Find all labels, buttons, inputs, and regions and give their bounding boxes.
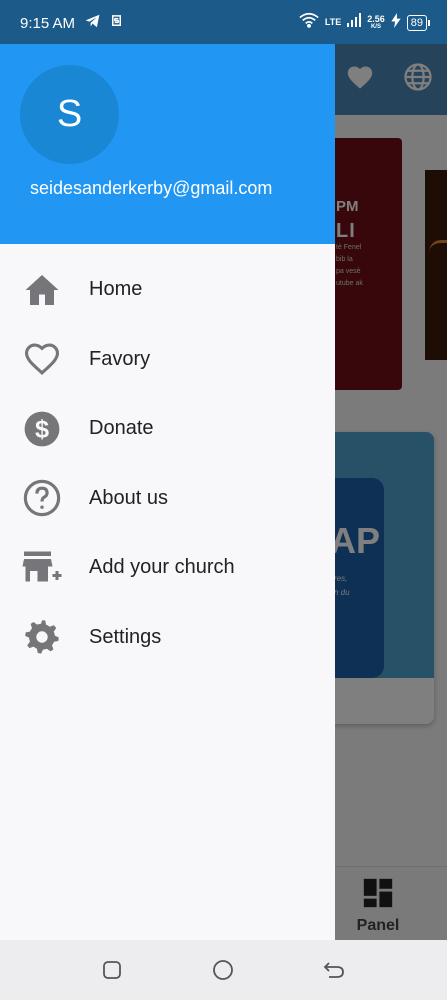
home-button-icon[interactable]	[211, 958, 235, 982]
help-circle-icon	[22, 478, 62, 518]
status-time: 9:15 AM	[20, 14, 76, 32]
avatar[interactable]: S	[20, 65, 119, 164]
menu-item-home[interactable]: Home	[0, 255, 335, 325]
signal-icon	[347, 13, 362, 32]
network-speed: 2.56 K/S	[367, 14, 385, 31]
home-icon	[22, 270, 62, 310]
telegram-icon	[85, 14, 100, 33]
navigation-drawer: S seidesanderkerby@gmail.com Home Favory…	[0, 44, 335, 940]
drawer-header: S seidesanderkerby@gmail.com	[0, 44, 335, 244]
menu-item-label: Donate	[89, 417, 154, 440]
svg-text:$: $	[35, 415, 49, 443]
menu-item-about-us[interactable]: About us	[0, 464, 335, 534]
menu-item-add-your-church[interactable]: Add your church	[0, 533, 335, 603]
charging-icon	[391, 12, 401, 33]
status-left: 9:15 AM	[20, 13, 123, 33]
drawer-menu: Home Favory $ Donate About us Add your c…	[0, 255, 335, 672]
battery-level: 89	[406, 14, 431, 31]
dollar-circle-icon: $	[22, 409, 62, 449]
user-email: seidesanderkerby@gmail.com	[30, 178, 273, 198]
status-bar: 9:15 AM LTE 2.56 K/S 89	[0, 0, 447, 44]
wifi-icon	[299, 12, 319, 33]
menu-item-label: Settings	[89, 625, 162, 648]
status-right: LTE 2.56 K/S 89	[299, 12, 431, 33]
menu-item-label: About us	[89, 486, 168, 509]
menu-item-label: Add your church	[89, 556, 235, 579]
system-navigation-bar	[0, 940, 447, 1000]
menu-item-favory[interactable]: Favory	[0, 325, 335, 395]
shazam-icon	[110, 13, 123, 33]
recents-button-icon[interactable]	[100, 958, 124, 982]
network-type: LTE	[324, 17, 342, 27]
back-button-icon[interactable]	[322, 958, 346, 982]
menu-item-label: Home	[89, 278, 143, 301]
menu-item-label: Favory	[89, 347, 151, 370]
menu-item-settings[interactable]: Settings	[0, 603, 335, 673]
add-store-icon	[22, 548, 62, 588]
menu-item-donate[interactable]: $ Donate	[0, 394, 335, 464]
gear-icon	[22, 617, 62, 657]
network-speed-unit: K/S	[370, 23, 381, 30]
heart-outline-icon	[22, 339, 62, 379]
